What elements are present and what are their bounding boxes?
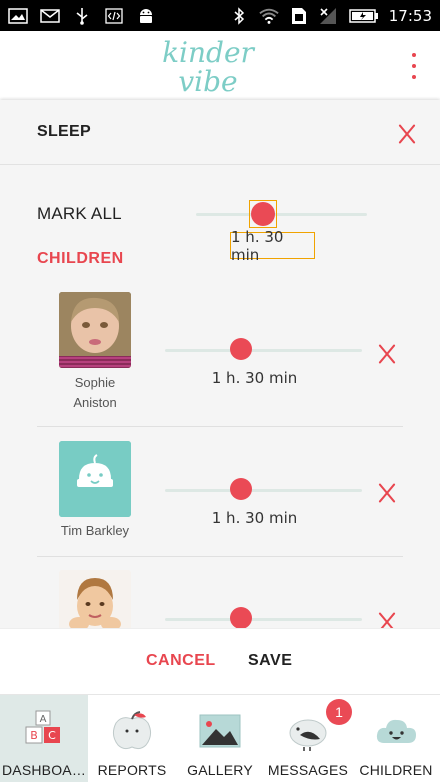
dot-icon — [412, 64, 416, 68]
mark-all-value: 1 h. 30 min — [230, 228, 315, 264]
android-icon — [136, 7, 156, 25]
child-slider-thumb[interactable] — [230, 607, 252, 628]
cloud-face-icon — [376, 719, 416, 743]
child-photo — [59, 570, 131, 628]
overflow-menu-button[interactable] — [408, 53, 420, 79]
photo-girl — [59, 292, 131, 368]
sleep-dialog: SLEEP MARK ALL 1 h. 30 min CHILDREN Soph… — [0, 100, 440, 628]
nav-label: DASHBOA… — [1, 762, 87, 778]
dot-icon — [412, 75, 416, 79]
wifi-icon — [259, 7, 279, 25]
clock: 17:53 — [388, 6, 432, 25]
nav-label: REPORTS — [97, 762, 167, 778]
svg-text:C: C — [48, 729, 56, 742]
blocks-icon: A B C — [25, 710, 60, 744]
child-slider-thumb[interactable] — [230, 338, 252, 360]
save-button[interactable]: SAVE — [248, 652, 292, 670]
bird-icon — [289, 719, 327, 751]
nav-gallery[interactable]: GALLERY — [176, 695, 264, 782]
placeholder-avatar — [59, 441, 131, 517]
usb-icon — [72, 7, 92, 25]
child-slider-track[interactable] — [165, 618, 362, 621]
child-sleep-value: 1 h. 30 min — [211, 509, 298, 527]
mail-icon — [40, 7, 60, 25]
dot-icon — [412, 53, 416, 57]
child-row: Tim Barkley 1 h. 30 min — [37, 441, 403, 551]
child-slider-thumb[interactable] — [230, 478, 252, 500]
remove-child-icon[interactable] — [377, 483, 397, 503]
nav-label: CHILDREN — [359, 762, 433, 778]
divider — [37, 426, 403, 427]
gallery-icon — [8, 7, 28, 25]
photo-boy — [59, 570, 131, 628]
nav-children[interactable]: CHILDREN — [352, 695, 440, 782]
status-bar: 17:53 — [0, 0, 440, 31]
mark-all-slider-track[interactable] — [196, 213, 367, 216]
nav-reports[interactable]: REPORTS — [88, 695, 176, 782]
dialog-title: SLEEP — [37, 123, 91, 140]
dialog-actions: CANCEL SAVE — [0, 628, 440, 694]
child-name: Sophie — [74, 375, 116, 390]
remove-child-icon[interactable] — [377, 612, 397, 628]
mark-all-label: MARK ALL — [37, 204, 122, 223]
apple-icon — [112, 711, 152, 750]
slider-thumb-dot — [251, 202, 275, 226]
logo-line2: vibe — [178, 65, 237, 97]
nav-messages[interactable]: 1 MESSAGES — [264, 695, 352, 782]
kindervibe-logo: kinder vibe — [162, 36, 255, 97]
battery-icon — [349, 7, 379, 25]
child-slider-track[interactable] — [165, 489, 362, 492]
child-slider-track[interactable] — [165, 349, 362, 352]
child-photo — [59, 292, 131, 368]
child-row: Sophie Aniston 1 h. 30 min — [37, 292, 403, 422]
dialog-header: SLEEP — [0, 100, 440, 165]
child-name: Tim Barkley — [60, 523, 130, 538]
mark-all-slider-thumb[interactable] — [249, 200, 277, 228]
child-sleep-value: 1 h. 30 min — [211, 369, 298, 387]
nav-label: MESSAGES — [267, 762, 349, 778]
bluetooth-icon — [229, 6, 249, 25]
message-badge: 1 — [326, 699, 352, 725]
nav-dashboard[interactable]: A B C DASHBOA… — [0, 695, 88, 782]
cancel-button[interactable]: CANCEL — [146, 652, 216, 670]
nav-label: GALLERY — [187, 762, 253, 778]
divider — [37, 556, 403, 557]
picture-icon — [199, 714, 241, 748]
code-icon — [104, 7, 124, 25]
children-section-label: CHILDREN — [37, 250, 124, 267]
child-row — [37, 570, 403, 628]
child-name: Aniston — [73, 395, 117, 410]
svg-text:A: A — [40, 714, 47, 725]
close-icon[interactable] — [397, 124, 417, 144]
app-header: kinder vibe — [0, 31, 440, 100]
child-photo — [59, 441, 131, 517]
sim-icon — [289, 7, 309, 25]
bottom-nav: A B C DASHBOA… REPORTS GALLERY 1 MESSAGE… — [0, 694, 440, 782]
no-signal-icon — [319, 7, 339, 25]
remove-child-icon[interactable] — [377, 344, 397, 364]
svg-text:B: B — [30, 729, 38, 742]
